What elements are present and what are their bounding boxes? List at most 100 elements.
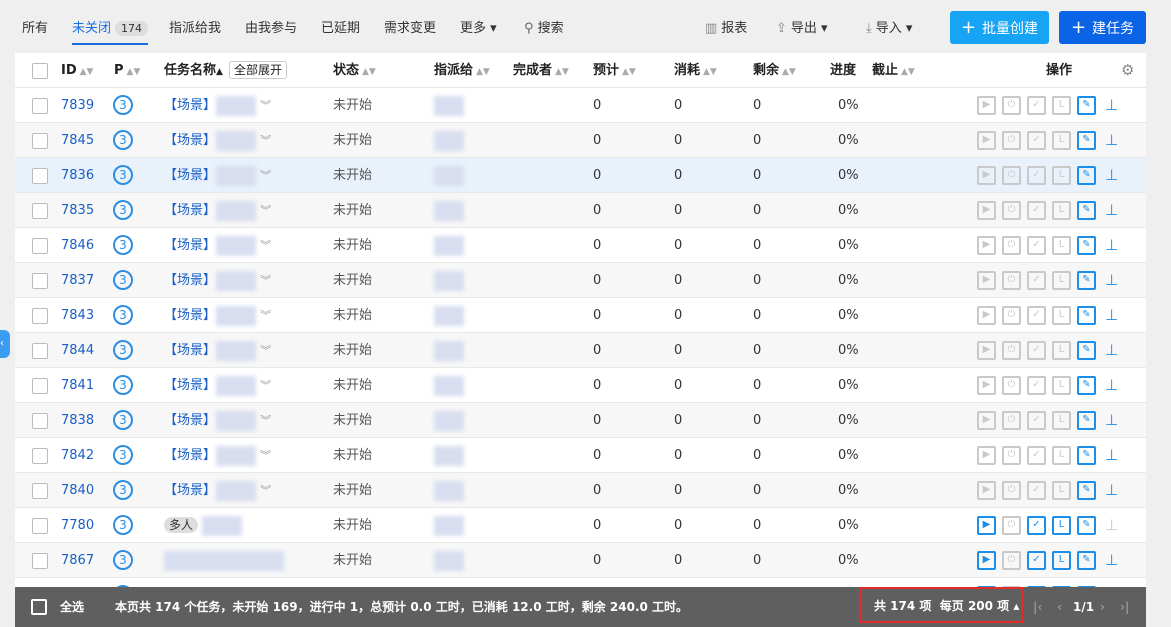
table-row[interactable]: 7835 3 【场景】 ︾ 未开始 0 0 0 0% ▶ ⏻ ✓ L ✎ ⊥ bbox=[15, 193, 1146, 228]
chevron-down-icon[interactable]: ︾ bbox=[260, 309, 271, 322]
record-hours-clock-icon[interactable]: L bbox=[1052, 271, 1071, 290]
tab-story-changed[interactable]: 需求变更 bbox=[384, 17, 436, 36]
prev-page-icon[interactable]: ‹ bbox=[1057, 587, 1062, 627]
batch-create-button[interactable]: + 批量创建 bbox=[950, 11, 1049, 44]
assigned-to[interactable] bbox=[434, 123, 464, 158]
assigned-to[interactable] bbox=[434, 158, 464, 193]
last-page-icon[interactable]: ›| bbox=[1120, 587, 1129, 627]
finish-check-icon[interactable]: ✓ bbox=[1027, 481, 1046, 500]
row-checkbox[interactable] bbox=[32, 203, 48, 219]
tab-more[interactable]: 更多 ▾ bbox=[460, 17, 497, 36]
subtask-tree-icon[interactable]: ⊥ bbox=[1102, 306, 1121, 325]
pause-icon[interactable]: ⏻ bbox=[1002, 376, 1021, 395]
row-checkbox[interactable] bbox=[32, 378, 48, 394]
assigned-to[interactable] bbox=[434, 228, 464, 263]
record-hours-clock-icon[interactable]: L bbox=[1052, 516, 1071, 535]
import-button[interactable]: ⤓ 导入 ▾ bbox=[866, 17, 912, 36]
next-page-icon[interactable]: › bbox=[1100, 587, 1105, 627]
edit-icon[interactable]: ✎ bbox=[1077, 96, 1096, 115]
finish-check-icon[interactable]: ✓ bbox=[1027, 411, 1046, 430]
select-all-label[interactable]: 全选 bbox=[60, 587, 84, 627]
task-name-link[interactable]: 【场景】 bbox=[164, 413, 216, 428]
pause-icon[interactable]: ⏻ bbox=[1002, 166, 1021, 185]
table-row[interactable]: 7842 3 【场景】 ︾ 未开始 0 0 0 0% ▶ ⏻ ✓ L ✎ ⊥ bbox=[15, 438, 1146, 473]
pause-icon[interactable]: ⏻ bbox=[1002, 236, 1021, 255]
record-hours-clock-icon[interactable]: L bbox=[1052, 236, 1071, 255]
row-checkbox[interactable] bbox=[32, 168, 48, 184]
subtask-tree-icon[interactable]: ⊥ bbox=[1102, 341, 1121, 360]
edit-icon[interactable]: ✎ bbox=[1077, 446, 1096, 465]
tab-all[interactable]: 所有 bbox=[22, 17, 48, 36]
task-id[interactable]: 7846 bbox=[61, 228, 94, 263]
pause-icon[interactable]: ⏻ bbox=[1002, 131, 1021, 150]
start-icon[interactable]: ▶ bbox=[977, 96, 996, 115]
subtask-tree-icon[interactable]: ⊥ bbox=[1102, 551, 1121, 570]
table-row[interactable]: 7843 3 【场景】 ︾ 未开始 0 0 0 0% ▶ ⏻ ✓ L ✎ ⊥ bbox=[15, 298, 1146, 333]
chevron-down-icon[interactable]: ︾ bbox=[260, 484, 271, 497]
record-hours-clock-icon[interactable]: L bbox=[1052, 551, 1071, 570]
sidebar-toggle[interactable]: ‹ bbox=[0, 330, 10, 358]
row-checkbox[interactable] bbox=[32, 308, 48, 324]
table-row[interactable]: 7841 3 【场景】 ︾ 未开始 0 0 0 0% ▶ ⏻ ✓ L ✎ ⊥ bbox=[15, 368, 1146, 403]
chevron-down-icon[interactable]: ︾ bbox=[260, 274, 271, 287]
assigned-to[interactable] bbox=[434, 368, 464, 403]
assigned-to[interactable] bbox=[434, 88, 464, 123]
subtask-tree-icon[interactable]: ⊥ bbox=[1102, 446, 1121, 465]
edit-icon[interactable]: ✎ bbox=[1077, 201, 1096, 220]
task-id[interactable]: 7836 bbox=[61, 158, 94, 193]
edit-icon[interactable]: ✎ bbox=[1077, 131, 1096, 150]
subtask-tree-icon[interactable]: ⊥ bbox=[1102, 131, 1121, 150]
finish-check-icon[interactable]: ✓ bbox=[1027, 341, 1046, 360]
start-icon[interactable]: ▶ bbox=[977, 201, 996, 220]
task-id[interactable]: 7838 bbox=[61, 403, 94, 438]
assigned-to[interactable] bbox=[434, 333, 464, 368]
chevron-down-icon[interactable]: ︾ bbox=[260, 204, 271, 217]
task-name-link[interactable]: 【场景】 bbox=[164, 308, 216, 323]
edit-icon[interactable]: ✎ bbox=[1077, 306, 1096, 325]
start-icon[interactable]: ▶ bbox=[977, 131, 996, 150]
start-icon[interactable]: ▶ bbox=[977, 481, 996, 500]
expand-all-button[interactable]: 全部展开 bbox=[228, 61, 287, 79]
row-checkbox[interactable] bbox=[32, 98, 48, 114]
create-task-button[interactable]: + 建任务 bbox=[1059, 11, 1146, 44]
col-id[interactable]: ID ▲▼ bbox=[61, 53, 93, 88]
row-checkbox[interactable] bbox=[32, 133, 48, 149]
table-row[interactable]: 7844 3 【场景】 ︾ 未开始 0 0 0 0% ▶ ⏻ ✓ L ✎ ⊥ bbox=[15, 333, 1146, 368]
finish-check-icon[interactable]: ✓ bbox=[1027, 271, 1046, 290]
start-icon[interactable]: ▶ bbox=[977, 306, 996, 325]
table-row[interactable]: 7840 3 【场景】 ︾ 未开始 0 0 0 0% ▶ ⏻ ✓ L ✎ ⊥ bbox=[15, 473, 1146, 508]
task-name-link[interactable]: 【场景】 bbox=[164, 483, 216, 498]
subtask-tree-icon[interactable]: ⊥ bbox=[1102, 481, 1121, 500]
start-icon[interactable]: ▶ bbox=[977, 516, 996, 535]
pause-icon[interactable]: ⏻ bbox=[1002, 201, 1021, 220]
col-assigned[interactable]: 指派给 ▲▼ bbox=[434, 53, 490, 88]
task-name-link[interactable]: 【场景】 bbox=[164, 238, 216, 253]
row-checkbox[interactable] bbox=[32, 518, 48, 534]
chevron-down-icon[interactable]: ︾ bbox=[260, 134, 271, 147]
row-checkbox[interactable] bbox=[32, 553, 48, 569]
col-status[interactable]: 状态 ▲▼ bbox=[333, 53, 376, 88]
task-id[interactable]: 7845 bbox=[61, 123, 94, 158]
pause-icon[interactable]: ⏻ bbox=[1002, 96, 1021, 115]
subtask-tree-icon[interactable]: ⊥ bbox=[1102, 516, 1121, 535]
tab-unclosed[interactable]: 未关闭 174 bbox=[72, 17, 149, 45]
start-icon[interactable]: ▶ bbox=[977, 271, 996, 290]
first-page-icon[interactable]: |‹ bbox=[1033, 587, 1042, 627]
select-all-checkbox[interactable] bbox=[32, 63, 48, 79]
chevron-down-icon[interactable]: ︾ bbox=[260, 379, 271, 392]
task-name-link[interactable]: 【场景】 bbox=[164, 273, 216, 288]
pause-icon[interactable]: ⏻ bbox=[1002, 516, 1021, 535]
pause-icon[interactable]: ⏻ bbox=[1002, 551, 1021, 570]
finish-check-icon[interactable]: ✓ bbox=[1027, 446, 1046, 465]
pause-icon[interactable]: ⏻ bbox=[1002, 341, 1021, 360]
table-row[interactable]: 7846 3 【场景】 ︾ 未开始 0 0 0 0% ▶ ⏻ ✓ L ✎ ⊥ bbox=[15, 228, 1146, 263]
edit-icon[interactable]: ✎ bbox=[1077, 376, 1096, 395]
task-name-link[interactable]: 【场景】 bbox=[164, 343, 216, 358]
record-hours-clock-icon[interactable]: L bbox=[1052, 201, 1071, 220]
record-hours-clock-icon[interactable]: L bbox=[1052, 481, 1071, 500]
finish-check-icon[interactable]: ✓ bbox=[1027, 131, 1046, 150]
row-checkbox[interactable] bbox=[32, 343, 48, 359]
start-icon[interactable]: ▶ bbox=[977, 446, 996, 465]
task-id[interactable]: 7780 bbox=[61, 508, 94, 543]
pause-icon[interactable]: ⏻ bbox=[1002, 446, 1021, 465]
